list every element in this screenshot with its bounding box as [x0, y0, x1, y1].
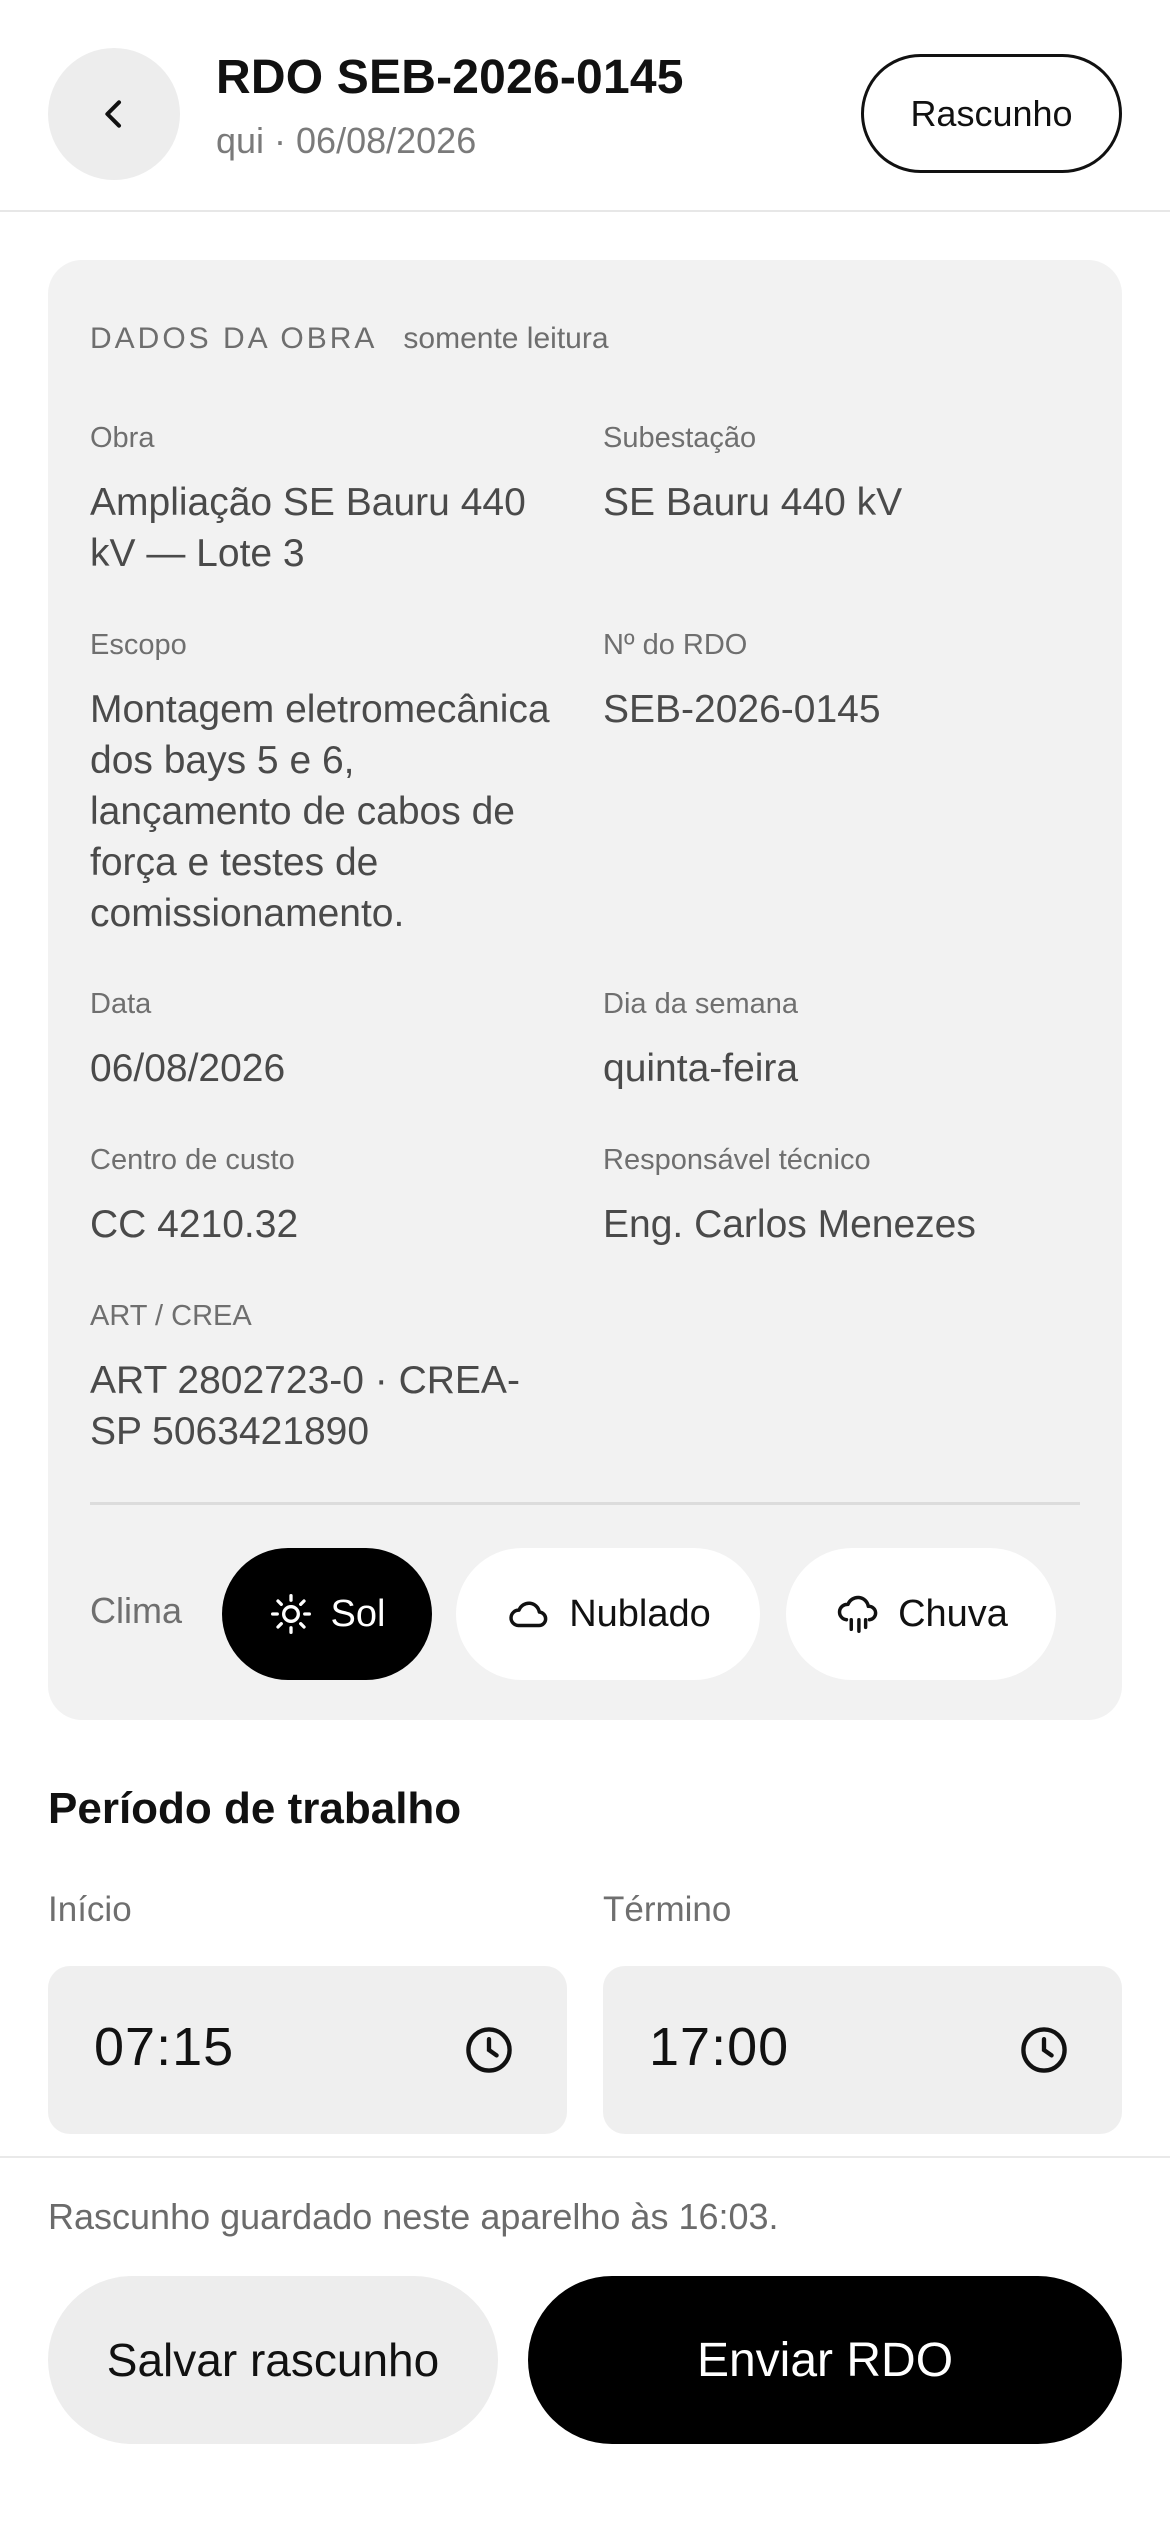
field-label: ART / CREA	[90, 1300, 252, 1332]
inicio-label: Início	[48, 1890, 132, 1929]
field-obra: Obra Ampliação SE Bauru 440 kV — Lote 3	[90, 422, 560, 579]
sun-icon	[270, 1594, 311, 1634]
time-value: 07:15	[94, 2017, 235, 2077]
field-escopo: Escopo Montagem eletromecânica dos bays …	[90, 629, 560, 939]
field-value: ART 2802723-0 · CREA-SP 5063421890	[90, 1359, 520, 1453]
read-only-note: somente leitura	[403, 322, 609, 355]
project-data-card: DADOS DA OBRA somente leitura Obra Ampli…	[48, 260, 1122, 1720]
field-value: Montagem eletromecânica dos bays 5 e 6, …	[90, 688, 550, 935]
cloud-icon	[509, 1601, 548, 1628]
field-label: Responsável técnico	[603, 1144, 871, 1176]
field-label: Nº do RDO	[603, 629, 748, 661]
footer-actions: Rascunho guardado neste aparelho às 16:0…	[0, 2156, 1170, 2532]
send-rdo-button[interactable]: Enviar RDO	[528, 2276, 1122, 2444]
field-value: CC 4210.32	[90, 1203, 299, 1246]
time-value: 17:00	[649, 2017, 790, 2077]
clock-icon	[466, 2027, 512, 2073]
field-label: Obra	[90, 422, 155, 454]
field-value: Eng. Carlos Menezes	[603, 1203, 976, 1246]
field-value: SE Bauru 440 kV	[603, 481, 903, 524]
field-centro-custo: Centro de custo CC 4210.32	[90, 1144, 560, 1250]
field-responsavel: Responsável técnico Eng. Carlos Menezes	[603, 1144, 1073, 1250]
field-value: 06/08/2026	[90, 1047, 286, 1090]
card-title: DADOS DA OBRA	[90, 322, 378, 355]
rdo-form-screen: RDO SEB-2026-0145 qui · 06/08/2026 Rascu…	[0, 0, 1170, 2532]
clima-option-nublado[interactable]: Nublado	[456, 1548, 760, 1680]
field-label: Subestação	[603, 422, 757, 454]
field-art-crea: ART / CREA ART 2802723-0 · CREA-SP 50634…	[90, 1300, 560, 1457]
clima-label: Clima	[90, 1590, 183, 1631]
field-label: Escopo	[90, 629, 187, 661]
divider	[90, 1502, 1080, 1505]
field-value: quinta-feira	[603, 1047, 799, 1090]
back-button[interactable]	[48, 48, 180, 180]
page-title: RDO SEB-2026-0145	[216, 51, 684, 104]
termino-time-input[interactable]: 17:00	[603, 1966, 1122, 2134]
chip-label: Nublado	[569, 1592, 711, 1635]
field-data: Data 06/08/2026	[90, 988, 560, 1094]
draft-saved-note: Rascunho guardado neste aparelho às 16:0…	[48, 2196, 779, 2237]
field-dia-semana: Dia da semana quinta-feira	[603, 988, 1073, 1094]
chip-label: Sol	[330, 1592, 386, 1635]
field-label: Data	[90, 988, 152, 1020]
chevron-left-icon	[105, 100, 121, 128]
clima-option-sol[interactable]: Sol	[222, 1548, 432, 1680]
header: RDO SEB-2026-0145 qui · 06/08/2026 Rascu…	[0, 0, 1170, 212]
field-label: Dia da semana	[603, 988, 799, 1020]
field-label: Centro de custo	[90, 1144, 295, 1176]
page-subtitle: qui · 06/08/2026	[216, 120, 477, 161]
section-title-periodo: Período de trabalho	[48, 1784, 462, 1833]
status-badge: Rascunho	[861, 54, 1122, 173]
inicio-time-input[interactable]: 07:15	[48, 1966, 567, 2134]
field-value: Ampliação SE Bauru 440 kV — Lote 3	[90, 481, 526, 575]
termino-label: Término	[603, 1890, 732, 1929]
chip-label: Chuva	[898, 1592, 1008, 1635]
clima-option-chuva[interactable]: Chuva	[786, 1548, 1056, 1680]
clock-icon	[1021, 2027, 1067, 2073]
field-numero-rdo: Nº do RDO SEB-2026-0145	[603, 629, 1073, 735]
field-subestacao: Subestação SE Bauru 440 kV	[603, 422, 1073, 528]
card-header: DADOS DA OBRA somente leitura	[90, 322, 609, 356]
field-value: SEB-2026-0145	[603, 688, 881, 731]
cloud-rain-icon	[837, 1595, 878, 1633]
save-draft-button[interactable]: Salvar rascunho	[48, 2276, 498, 2444]
